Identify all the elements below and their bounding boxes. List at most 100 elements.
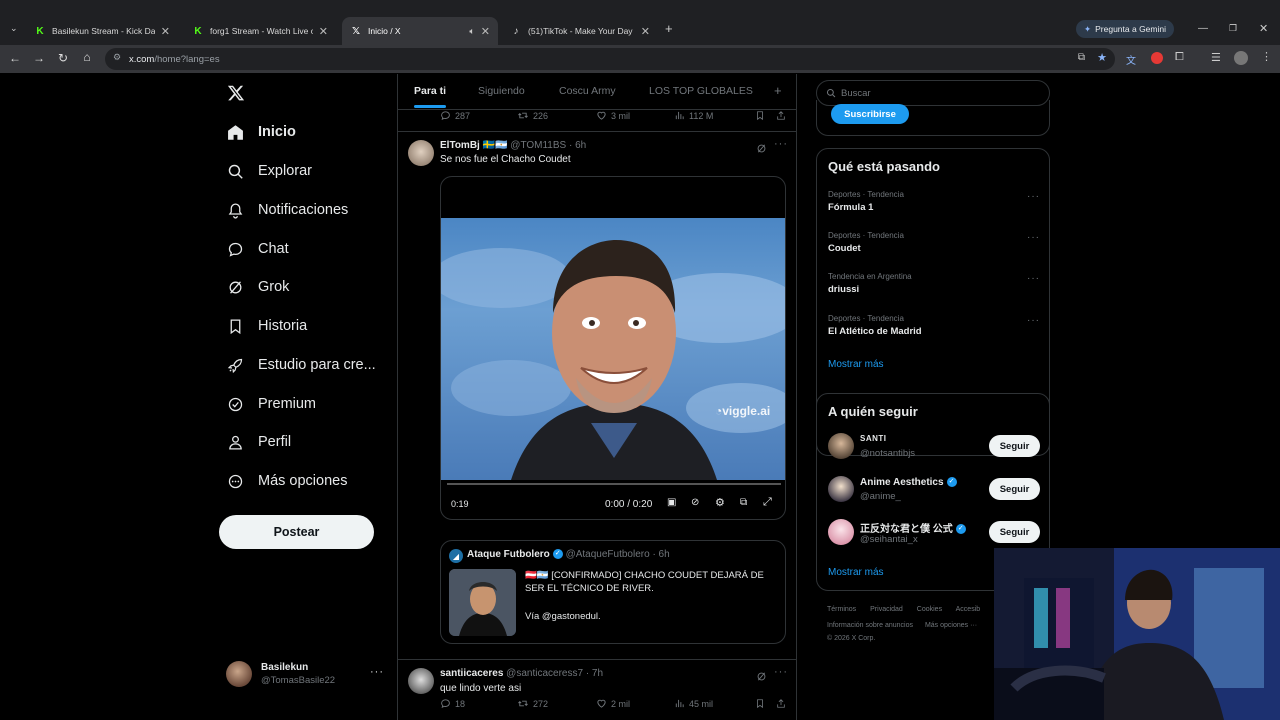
show-more-follows-link[interactable]: Mostrar más [828,567,884,578]
tweet-author-handle[interactable]: @TOM11BS [510,140,566,151]
tab-list-chevron-icon[interactable]: ⌄ [10,23,18,34]
settings-gear-icon[interactable]: ⚙︎ [715,496,725,509]
browser-tab-tiktok[interactable]: ♪ (51)TikTok - Make Your Day ✕ [502,17,658,45]
speaker-icon[interactable]: 🔈︎ [469,26,474,37]
minimize-icon[interactable]: — [1198,23,1208,34]
tweet-author-name[interactable]: ElTomBj [440,140,480,151]
profile-avatar-icon[interactable] [1234,51,1248,65]
url-bar[interactable]: ⚙︎ x.com/home?lang=es ⧉ ★ [105,48,1115,70]
bookmark-star-icon[interactable]: ★ [1097,51,1107,64]
quoted-tweet[interactable]: ◢ Ataque Futbolero ✓ @AtaqueFutbolero · 6… [440,540,786,644]
account-switcher[interactable]: Basilekun @TomasBasile22 ··· [226,659,386,689]
tab-coscu-army[interactable]: Coscu Army [559,85,616,97]
video-progress-bar[interactable] [447,483,781,485]
trend-more-icon[interactable]: ··· [1027,273,1040,284]
trend-item[interactable]: Deportes · Tendencia Fórmula 1 ··· [828,190,1040,213]
tweet[interactable]: ElTomBj 🇸🇪🇦🇷 @TOM11BS · 6h ··· Se nos fu… [398,132,796,709]
close-tab-icon[interactable]: ✕ [641,25,650,38]
grok-explain-icon[interactable] [756,669,767,687]
install-app-icon[interactable]: ⧉ [1078,52,1085,63]
restore-icon[interactable]: ❐ [1229,23,1237,34]
tweet-video[interactable]: ◔viggle.ai 0:19 0:00 / 0:20 ▣ ⊘ ⚙︎ ⧉ ⤢ [440,176,786,520]
nav-item-premium[interactable]: Premium [226,389,316,419]
back-icon[interactable]: ← [3,51,27,65]
fullscreen-icon[interactable]: ⤢ [763,496,772,509]
trend-item[interactable]: Deportes · Tendencia El Atlético de Madr… [828,314,1040,337]
subscribe-button[interactable]: Suscribirse [831,104,909,124]
footer-link-terms[interactable]: Términos [827,606,856,613]
nav-item-explorar[interactable]: Explorar [226,156,312,186]
extension-red-icon[interactable] [1151,52,1163,64]
close-tab-icon[interactable]: ✕ [319,25,328,38]
tab-para-ti[interactable]: Para ti [414,85,447,108]
trend-more-icon[interactable]: ··· [1027,232,1040,243]
nav-item-chat[interactable]: Chat [226,234,289,264]
tweet-more-icon[interactable]: ··· [774,138,788,150]
site-info-icon[interactable]: ⚙︎ [113,52,121,63]
follow-button[interactable]: Seguir [989,521,1040,543]
reading-list-icon[interactable]: ☰ [1211,51,1221,64]
footer-link-accessibility[interactable]: Accesib [956,606,981,613]
footer-link-more[interactable]: Más opciones ··· [925,622,977,629]
bookmark-action-icon[interactable] [755,110,765,123]
trend-more-icon[interactable]: ··· [1027,191,1040,202]
browser-tab-kick-dashboard[interactable]: K Basilekun Stream - Kick Dashbo ✕ [26,17,178,45]
tab-siguiendo[interactable]: Siguiendo [478,85,525,97]
nav-item-inicio[interactable]: Inicio [226,117,296,147]
tweet-author-handle[interactable]: @santicaceress7 [506,668,583,679]
nav-item-notificaciones[interactable]: Notificaciones [226,195,348,225]
gemini-button[interactable]: ✦ Pregunta a Gemini [1076,20,1174,38]
nav-item-estudio[interactable]: Estudio para cre... [226,350,376,380]
home-browser-icon[interactable]: ⌂ [75,50,99,64]
forward-icon[interactable]: → [27,51,51,65]
follow-button[interactable]: Seguir [989,478,1040,500]
repost-button[interactable]: 226 [517,110,548,121]
reply-button[interactable]: 287 [440,110,470,121]
trend-item[interactable]: Deportes · Tendencia Coudet ··· [828,231,1040,254]
nav-item-historia[interactable]: Historia [226,311,307,341]
browser-menu-icon[interactable]: ⋮ [1261,50,1272,63]
extension-translate-icon[interactable]: 文 [1126,52,1136,67]
browser-tab-x-home[interactable]: 𝕏 Inicio / X 🔈︎ ✕ [342,17,498,45]
nav-item-grok[interactable]: Grok [226,272,289,302]
follow-suggestion[interactable]: 正反対な君と僕 公式 ✓ @seihantai_x Seguir [828,518,1040,548]
tweet-more-icon[interactable]: ··· [774,666,788,678]
pip-icon[interactable]: ⧉ [740,497,747,508]
follow-suggestion[interactable]: SANTI @notsantibjs Seguir [828,432,1040,462]
add-tab-icon[interactable]: + [774,83,782,98]
close-window-icon[interactable]: ✕ [1259,22,1268,35]
footer-link-ads-info[interactable]: Información sobre anuncios [827,622,913,629]
browser-tab-forg1[interactable]: K forg1 Stream - Watch Live on K ✕ [184,17,336,45]
follow-suggestion[interactable]: Anime Aesthetics ✓ @anime_ Seguir [828,475,1040,505]
captions-icon[interactable]: ▣ [667,497,676,508]
tweet-time[interactable]: · 7h [586,668,603,679]
close-tab-icon[interactable]: ✕ [481,25,490,38]
footer-link-cookies[interactable]: Cookies [917,606,942,613]
post-button[interactable]: Postear [219,515,374,549]
footer-link-privacy[interactable]: Privacidad [870,606,903,613]
x-logo-icon[interactable] [227,84,245,102]
close-tab-icon[interactable]: ✕ [161,25,170,38]
account-more-icon[interactable]: ··· [370,666,384,678]
mute-icon[interactable]: ⊘ [691,497,699,508]
show-more-trends-link[interactable]: Mostrar más [828,359,884,370]
nav-item-mas-opciones[interactable]: Más opciones [226,466,347,496]
tweet-time[interactable]: · 6h [569,140,586,151]
tweet[interactable]: santiicaceres @santicaceress7 · 7h ··· q… [398,660,796,720]
tweet-avatar[interactable] [408,140,434,166]
tab-los-top-globales[interactable]: LOS TOP GLOBALES [649,85,753,97]
nav-item-perfil[interactable]: Perfil [226,427,291,457]
trend-item[interactable]: Tendencia en Argentina driussi ··· [828,272,1040,295]
share-icon[interactable] [776,110,786,123]
tweet-avatar[interactable] [408,668,434,694]
grok-explain-icon[interactable] [756,141,767,159]
new-tab-icon[interactable]: + [665,21,673,36]
follow-button[interactable]: Seguir [989,435,1040,457]
reload-icon[interactable]: ↻ [51,51,75,65]
views-button[interactable]: 112 M [674,110,713,121]
video-frame[interactable]: ◔viggle.ai [441,218,785,480]
like-button[interactable]: 3 mil [596,110,630,121]
extensions-puzzle-icon[interactable]: ⧠ [1175,51,1184,64]
tweet-author-name[interactable]: santiicaceres [440,668,503,679]
trend-more-icon[interactable]: ··· [1027,315,1040,326]
